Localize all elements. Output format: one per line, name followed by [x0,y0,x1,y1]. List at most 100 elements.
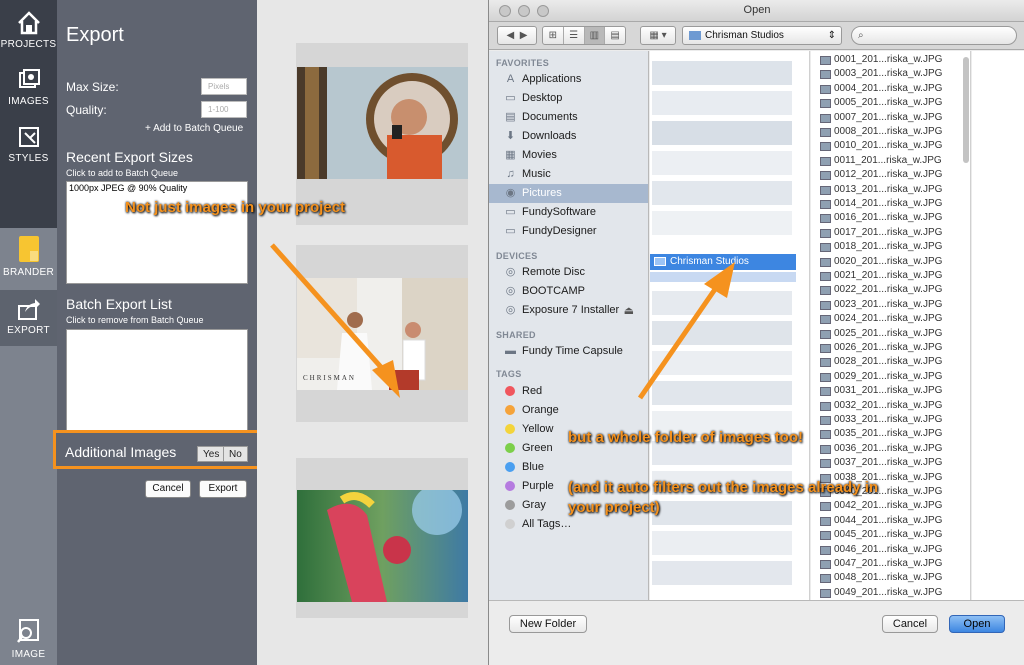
eject-icon[interactable]: ⏏ [624,304,634,317]
max-size-input[interactable]: Pixels [201,78,247,95]
file-row[interactable]: 0014_201...riska_w.JPG [811,197,970,211]
file-row[interactable]: 0012_201...riska_w.JPG [811,168,970,182]
sidebar-tag-1[interactable]: Orange [489,401,648,420]
file-row[interactable]: 0045_201...riska_w.JPG [811,528,970,542]
quality-input[interactable]: 1-100 [201,101,247,118]
rail-image[interactable]: IMAGE [0,616,57,665]
file-row[interactable]: 0022_201...riska_w.JPG [811,283,970,297]
image-file-icon [820,329,831,339]
quality-label: Quality: [66,103,107,117]
file-row[interactable]: 0036_201...riska_w.JPG [811,442,970,456]
sidebar-device-0[interactable]: ◎ Remote Disc [489,263,648,282]
file-row[interactable]: 0033_201...riska_w.JPG [811,413,970,427]
sidebar-item-downloads[interactable]: ⬇ Downloads [489,127,648,146]
sidebar-shared-0[interactable]: ▬ Fundy Time Capsule [489,342,648,361]
file-row[interactable]: 0025_201...riska_w.JPG [811,327,970,341]
file-row[interactable]: 0011_201...riska_w.JPG [811,154,970,168]
file-row[interactable]: 0047_201...riska_w.JPG [811,557,970,571]
home-icon [17,11,40,35]
sidebar-tag-0[interactable]: Red [489,382,648,401]
selected-folder-row[interactable]: Chrisman Studios [650,254,796,270]
tag-dot-icon [505,443,515,453]
arrange-button[interactable]: ▦ ▾ [640,26,676,45]
sidebar-item-label: Fundy Time Capsule [522,345,623,357]
rail-brander[interactable]: BRANDER [0,234,57,286]
list-view-icon[interactable]: ☰ [562,27,584,44]
file-row[interactable]: 0018_201...riska_w.JPG [811,240,970,254]
cancel-button[interactable]: Cancel [145,480,191,498]
file-row[interactable]: 0037_201...riska_w.JPG [811,456,970,470]
annotation-whole-folder: but a whole folder of images too! [568,429,804,446]
file-row[interactable]: 0007_201...riska_w.JPG [811,111,970,125]
file-row[interactable]: 0035_201...riska_w.JPG [811,427,970,441]
dialog-titlebar: Open [489,0,1024,22]
photo-thumbnail-3[interactable] [297,490,468,602]
export-button[interactable]: Export [199,480,247,498]
file-row[interactable]: 0021_201...riska_w.JPG [811,269,970,283]
file-name: 0021_201...riska_w.JPG [834,270,943,281]
file-row[interactable]: 0023_201...riska_w.JPG [811,298,970,312]
batch-list[interactable] [66,329,248,432]
sidebar-item-pictures[interactable]: ◉ Pictures [489,184,648,203]
shared-heading: SHARED [496,330,536,340]
image-file-icon [820,459,831,469]
sidebar-item-movies[interactable]: ▦ Movies [489,146,648,165]
file-row[interactable]: 0010_201...riska_w.JPG [811,139,970,153]
file-name: 0032_201...riska_w.JPG [834,399,943,411]
file-row[interactable]: 0026_201...riska_w.JPG [811,341,970,355]
file-name: 0011_201...riska_w.JPG [834,154,942,166]
file-row[interactable]: 0016_201...riska_w.JPG [811,211,970,225]
rail-projects[interactable]: PROJECTS [0,10,57,60]
brander-icon [18,236,39,262]
image-file-icon [820,171,831,181]
icon-view-icon[interactable]: ⊞ [543,27,563,44]
file-row[interactable]: 0049_201...riska_w.JPG [811,586,970,600]
file-row[interactable]: 0048_201...riska_w.JPG [811,571,970,585]
file-row[interactable]: 0020_201...riska_w.JPG [811,255,970,269]
add-to-batch-link[interactable]: + Add to Batch Queue [145,123,243,134]
rail-images[interactable]: IMAGES [0,67,57,117]
file-row[interactable]: 0032_201...riska_w.JPG [811,399,970,413]
no-button[interactable]: No [223,446,248,462]
rail-styles[interactable]: STYLES [0,124,57,174]
file-row[interactable]: 0008_201...riska_w.JPG [811,125,970,139]
file-row[interactable]: 0046_201...riska_w.JPG [811,543,970,557]
file-row[interactable]: 0004_201...riska_w.JPG [811,82,970,96]
sidebar-item-fundydesigner[interactable]: ▭ FundyDesigner [489,222,648,241]
location-popup[interactable]: Chrisman Studios ⇕ [682,26,842,45]
recent-size-item[interactable]: 1000px JPEG @ 90% Quality [69,183,245,193]
file-name: 0007_201...riska_w.JPG [834,111,943,123]
photo-thumbnail-2[interactable]: CHRISMAN [297,278,468,390]
new-folder-button[interactable]: New Folder [509,615,587,633]
image-file-icon [820,70,831,80]
search-field[interactable]: ⌕ [851,26,1017,45]
open-button[interactable]: Open [949,615,1005,633]
photo-thumbnail-1[interactable] [297,67,468,179]
file-row[interactable]: 0013_201...riska_w.JPG [811,183,970,197]
column-view-icon[interactable]: ▥ [583,27,605,44]
file-row[interactable]: 0029_201...riska_w.JPG [811,370,970,384]
rail-export[interactable]: EXPORT [0,290,57,346]
file-row[interactable]: 0017_201...riska_w.JPG [811,226,970,240]
file-row[interactable]: 0001_201...riska_w.JPG [811,53,970,67]
file-row[interactable]: 0003_201...riska_w.JPG [811,67,970,81]
sidebar-item-applications[interactable]: A Applications [489,70,648,89]
file-row[interactable]: 0031_201...riska_w.JPG [811,384,970,398]
yes-button[interactable]: Yes [197,446,226,462]
image-file-icon [820,531,831,541]
sidebar-item-desktop[interactable]: ▭ Desktop [489,89,648,108]
coverflow-view-icon[interactable]: ▤ [604,27,625,44]
sidebar-item-fundysoftware[interactable]: ▭ FundySoftware [489,203,648,222]
back-forward-buttons[interactable]: ◀ ▶ [497,26,537,45]
file-row[interactable]: 0028_201...riska_w.JPG [811,355,970,369]
sidebar-device-2[interactable]: ◎ Exposure 7 Installer ⏏ [489,301,648,320]
file-row[interactable]: 0024_201...riska_w.JPG [811,312,970,326]
view-mode-buttons[interactable]: ⊞ ☰ ▥ ▤ [542,26,626,45]
file-list-scrollbar[interactable] [963,57,969,163]
sidebar-device-1[interactable]: ◎ BOOTCAMP [489,282,648,301]
dialog-cancel-button[interactable]: Cancel [882,615,938,633]
sidebar-item-music[interactable]: ♫ Music [489,165,648,184]
file-row[interactable]: 0005_201...riska_w.JPG [811,96,970,110]
sidebar-item-documents[interactable]: ▤ Documents [489,108,648,127]
sidebar-tag-4[interactable]: Blue [489,458,648,477]
